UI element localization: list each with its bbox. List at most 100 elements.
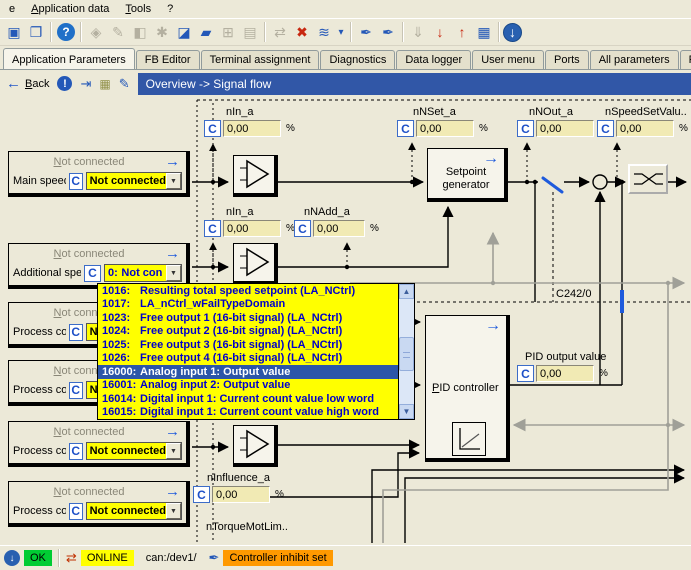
back-button[interactable]: ← Back: [6, 75, 49, 92]
code-button[interactable]: C: [69, 324, 83, 341]
signal-source-combo[interactable]: Not connected ▼: [86, 172, 182, 190]
bookmark-goto-icon[interactable]: ✒: [377, 21, 399, 43]
dropdown-scrollbar[interactable]: ▲ ▼: [398, 284, 414, 419]
signal-value-input[interactable]: [536, 120, 594, 137]
signal-value-input[interactable]: [313, 220, 365, 237]
tab-properties[interactable]: Properties: [680, 50, 691, 69]
compare-icon[interactable]: ◈: [85, 21, 107, 43]
scrollbar-thumb[interactable]: [399, 337, 414, 371]
combo-dropdown-button[interactable]: ▼: [166, 173, 181, 189]
disconnect-icon[interactable]: ✖: [291, 21, 313, 43]
scrollbar-track[interactable]: [399, 299, 414, 404]
bookmark-set-icon[interactable]: ✒: [355, 21, 377, 43]
dropdown-option[interactable]: 1024:Free output 2 (16-bit signal) (LA_N…: [98, 325, 398, 339]
tab-all-parameters[interactable]: All parameters: [590, 50, 679, 69]
navigate-arrow-icon[interactable]: →: [165, 248, 180, 260]
code-button[interactable]: C: [69, 443, 83, 460]
dropdown-option[interactable]: 16014:Digital input 1: Current count val…: [98, 392, 398, 406]
dropdown-option[interactable]: 1016:Resulting total speed setpoint (LA_…: [98, 284, 398, 298]
app-window-icon[interactable]: ▣: [3, 21, 25, 43]
collapse-icon[interactable]: ⇓: [407, 21, 429, 43]
navigate-arrow-icon[interactable]: →: [483, 152, 499, 165]
menu-application-data[interactable]: Application data: [24, 1, 116, 17]
dropdown-option[interactable]: 16015:Digital input 1: Current count val…: [98, 406, 398, 420]
tag-icon[interactable]: ▦: [99, 77, 110, 91]
code-button[interactable]: C: [69, 382, 83, 399]
go-online-icon[interactable]: ↓: [503, 23, 522, 42]
signal-sound-icon[interactable]: ≋: [313, 21, 335, 43]
dropdown-option[interactable]: 1025:Free output 3 (16-bit signal) (LA_N…: [98, 338, 398, 352]
scroll-down-button[interactable]: ▼: [399, 404, 414, 419]
download-params-icon[interactable]: ↓: [429, 21, 451, 43]
navigate-arrow-icon[interactable]: →: [485, 319, 501, 332]
properties-icon[interactable]: ✎: [119, 76, 130, 92]
import-device-icon[interactable]: ◪: [173, 21, 195, 43]
signal-value-input[interactable]: [223, 120, 281, 137]
code-button[interactable]: C: [84, 265, 101, 282]
connect-icon[interactable]: ⇄: [269, 21, 291, 43]
code-button[interactable]: C: [204, 220, 221, 237]
accept-icon[interactable]: ◧: [129, 21, 151, 43]
menu-tools[interactable]: Tools: [118, 1, 158, 17]
code-button[interactable]: C: [193, 486, 210, 503]
dropdown-option[interactable]: 1026:Free output 4 (16-bit signal) (LA_N…: [98, 352, 398, 366]
navigate-arrow-icon[interactable]: →: [165, 426, 180, 438]
code-button[interactable]: C: [69, 503, 83, 520]
combo-dropdown-button[interactable]: ▼: [166, 443, 181, 459]
tab-application-parameters[interactable]: Application Parameters: [3, 48, 135, 70]
signal-value-input[interactable]: [536, 365, 594, 382]
combo-dropdown-button[interactable]: ▼: [166, 503, 181, 519]
navigate-arrow-icon[interactable]: →: [165, 156, 180, 168]
code-button[interactable]: C: [517, 120, 534, 137]
code-button[interactable]: C: [294, 220, 311, 237]
signal-value-input[interactable]: [616, 120, 674, 137]
code-button[interactable]: C: [597, 120, 614, 137]
menu-file-fragment[interactable]: e: [2, 1, 22, 17]
scroll-up-button[interactable]: ▲: [399, 284, 414, 299]
goto-icon[interactable]: ⇥: [80, 76, 91, 92]
help-icon[interactable]: ?: [57, 23, 75, 41]
signal-source-combo[interactable]: Not connected ▼: [86, 442, 182, 460]
signal-value-input[interactable]: [212, 486, 270, 503]
dropdown-option[interactable]: 16001:Analog input 2: Output value: [98, 379, 398, 393]
dropdown-option[interactable]: 1017:LA_nCtrl_wFailTypeDomain: [98, 298, 398, 312]
tab-diagnostics[interactable]: Diagnostics: [320, 50, 395, 69]
code-button[interactable]: C: [517, 365, 534, 382]
input-block-process-controller-3: Not connected → Process contr.. C Not co…: [8, 421, 190, 467]
block-label: Process contr..: [13, 326, 66, 338]
code-button[interactable]: C: [69, 173, 83, 190]
navigate-arrow-icon[interactable]: →: [165, 486, 180, 498]
tab-user-menu[interactable]: User menu: [472, 50, 544, 69]
cascade-windows-icon[interactable]: ❐: [25, 21, 47, 43]
menu-help[interactable]: ?: [160, 1, 180, 17]
dropdown-caret-icon[interactable]: ▾: [335, 21, 347, 43]
signal-value-input[interactable]: [416, 120, 474, 137]
dropdown-option-selected[interactable]: 16000:Analog input 1: Output value: [98, 365, 398, 379]
signal-value-input[interactable]: [223, 220, 281, 237]
toolbar-separator: [350, 22, 352, 42]
alert-icon[interactable]: !: [57, 76, 72, 91]
topology-icon[interactable]: ⊞: [217, 21, 239, 43]
save-params-icon[interactable]: ▦: [473, 21, 495, 43]
limiter-block: [628, 164, 668, 194]
pid-controller-block[interactable]: → PID controller: [425, 315, 510, 462]
setpoint-generator-block[interactable]: → Setpoint generator: [427, 148, 508, 202]
connection-status: Not connected: [13, 486, 165, 498]
code-button[interactable]: C: [397, 120, 414, 137]
combo-dropdown-button[interactable]: ▼: [166, 265, 181, 281]
edit-icon[interactable]: ✎: [107, 21, 129, 43]
graph-icon: [452, 422, 486, 456]
upload-params-icon[interactable]: ↑: [451, 21, 473, 43]
block-label: Process contr..: [13, 445, 66, 457]
wizard-icon[interactable]: ✱: [151, 21, 173, 43]
tab-ports[interactable]: Ports: [545, 50, 589, 69]
signal-source-combo[interactable]: Not connected ▼: [86, 502, 182, 520]
signal-source-combo-open[interactable]: 0: Not con ▼: [104, 264, 182, 282]
dropdown-option[interactable]: 1023:Free output 1 (16-bit signal) (LA_N…: [98, 311, 398, 325]
insert-block-icon[interactable]: ▰: [195, 21, 217, 43]
tab-terminal-assignment[interactable]: Terminal assignment: [201, 50, 320, 69]
tab-data-logger[interactable]: Data logger: [396, 50, 471, 69]
window-list-icon[interactable]: ▤: [239, 21, 261, 43]
code-button[interactable]: C: [204, 120, 221, 137]
tab-fb-editor[interactable]: FB Editor: [136, 50, 200, 69]
